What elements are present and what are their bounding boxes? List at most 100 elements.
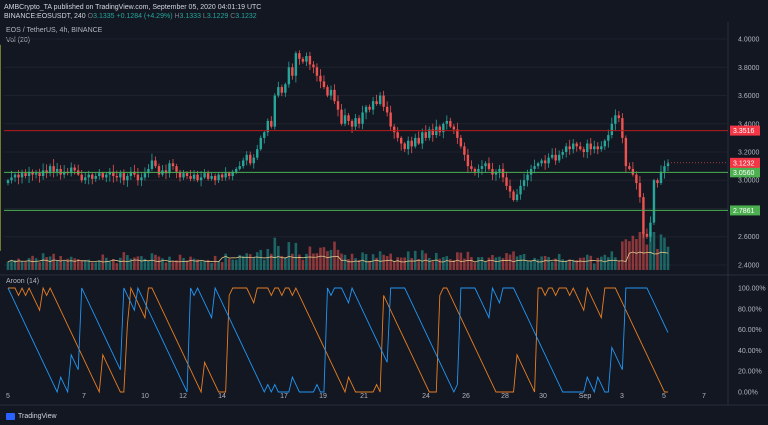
volume-bar [340, 253, 343, 270]
volume-bar [652, 232, 656, 270]
volume-bar [298, 254, 301, 270]
volume-bar [631, 235, 635, 270]
candle-body [389, 112, 392, 127]
volume-bar [17, 258, 20, 270]
candle-body [126, 176, 129, 181]
volume-bar [48, 256, 52, 270]
volume-bar [73, 258, 77, 270]
volume-bar [291, 253, 294, 270]
volume-bar [427, 257, 431, 270]
volume-bar [449, 259, 452, 270]
volume-bar [55, 260, 59, 270]
support-price-label: 3.0560 [733, 170, 755, 177]
volume-bar [245, 253, 249, 270]
volume-bar [519, 254, 522, 270]
volume-bar [24, 260, 27, 270]
candle-body [631, 168, 635, 175]
volume-bar [83, 260, 87, 270]
candle-body [491, 168, 494, 175]
candle-body [182, 173, 185, 178]
candle-body [529, 168, 533, 175]
volume-bar [477, 257, 480, 270]
volume-bar [108, 261, 112, 270]
volume-bar [284, 257, 287, 270]
aroon-tick-label: 0.00% [738, 390, 758, 397]
volume-bar [119, 257, 122, 270]
candle-body [210, 176, 213, 179]
candle-body [119, 173, 122, 178]
candle-body [582, 149, 585, 152]
candle-body [115, 176, 119, 178]
volume-bar [329, 249, 333, 270]
aroon-tick-label: 60.00% [738, 327, 762, 334]
volume-bar [347, 259, 350, 270]
candle-body [259, 137, 262, 150]
candle-body [24, 173, 27, 176]
candle-body [347, 115, 350, 121]
candle-body [315, 67, 319, 76]
volume-bar [354, 258, 357, 270]
aroon-legend: Aroon (14) [6, 278, 40, 285]
volume-bar [470, 257, 473, 270]
price-tick-label: 3.0000 [738, 178, 760, 185]
volume-bar [434, 252, 438, 270]
volume-bar [635, 239, 638, 270]
candle-body [417, 137, 420, 144]
candle-body [175, 166, 178, 172]
candle-body [10, 177, 13, 181]
candle-body [407, 140, 410, 150]
volume-bar [336, 249, 340, 270]
volume-bar [371, 254, 375, 270]
price-tick-label: 2.6000 [738, 234, 760, 241]
volume-bar [480, 257, 484, 270]
candle-body [13, 174, 17, 178]
volume-bar [41, 253, 45, 270]
price-chart[interactable]: 4.00003.80003.60003.40003.20003.00002.80… [0, 0, 768, 425]
time-tick-label: 7 [82, 393, 86, 400]
candle-body [522, 180, 526, 186]
volume-bar [154, 254, 157, 270]
candle-body [382, 95, 385, 107]
candle-body [498, 168, 501, 172]
time-tick-label: 19 [319, 393, 327, 400]
time-tick-label: Sep [579, 393, 592, 400]
candle-body [6, 180, 10, 184]
candle-body [512, 191, 515, 200]
candle-body [343, 115, 347, 124]
volume-bar [140, 256, 143, 270]
volume-bar [45, 257, 48, 270]
candle-body [94, 176, 97, 179]
candle-body [575, 143, 578, 147]
volume-bar [603, 254, 607, 270]
volume-bar [301, 259, 305, 270]
volume-bars [6, 232, 670, 270]
volume-bar [231, 259, 234, 270]
volume-bar [645, 244, 649, 270]
candle-body [199, 177, 203, 181]
candle-body [122, 173, 126, 181]
volume-bar [456, 252, 459, 270]
volume-bar [638, 232, 642, 270]
candle-body [396, 132, 399, 138]
volume-bar [508, 254, 512, 270]
volume-bar [564, 260, 568, 270]
time-tick-label: 10 [141, 393, 149, 400]
price-tick-label: 3.2000 [738, 150, 760, 157]
candle-body [91, 174, 94, 179]
volume-bar [399, 257, 403, 270]
volume-bar [585, 254, 589, 270]
volume-bar [445, 256, 449, 270]
candle-body [213, 176, 217, 181]
candle-body [652, 180, 656, 223]
volume-bar [203, 261, 206, 270]
candle-body [487, 163, 491, 169]
volume-bar [599, 256, 603, 270]
candle-body [245, 154, 248, 161]
candle-body [298, 53, 301, 59]
volume-bar [624, 239, 628, 270]
volume-bar [27, 258, 31, 270]
candle-body [449, 120, 452, 127]
volume-bar [375, 257, 378, 270]
volume-bar [80, 260, 84, 270]
candle-body [515, 194, 519, 200]
